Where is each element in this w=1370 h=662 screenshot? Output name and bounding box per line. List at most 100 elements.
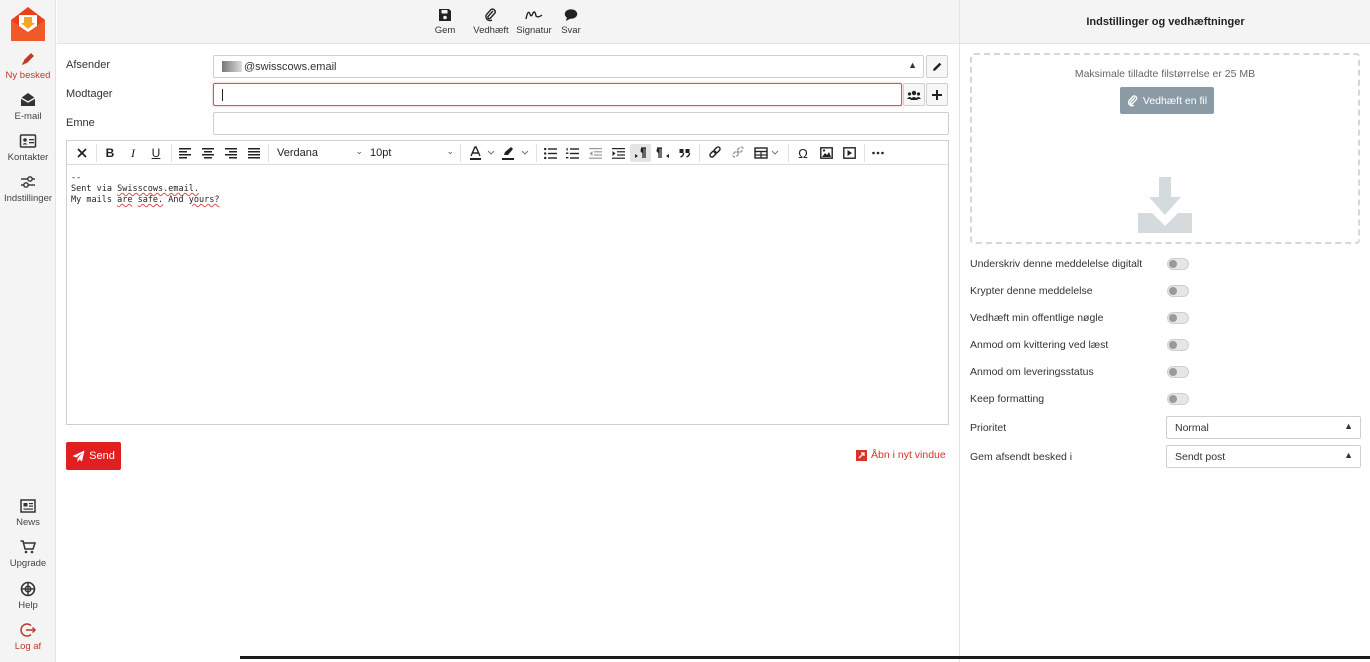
more-options-button[interactable] (870, 144, 886, 162)
subject-input[interactable] (213, 112, 949, 135)
app-logo[interactable] (10, 6, 46, 42)
editor-content[interactable]: -- Sent via Swisscows.email. My mails ar… (71, 173, 220, 206)
signature-word: And (168, 195, 184, 205)
text-color-button[interactable] (468, 144, 498, 162)
highlighter-icon (502, 147, 529, 160)
message-editor[interactable]: B I U Verdana ⌄ 10pt ⌄ Ω -- Sent via Swi… (66, 140, 949, 425)
clear-format-button[interactable] (75, 144, 89, 162)
insert-media-button[interactable] (841, 144, 857, 162)
save-sent-value: Sendt post (1175, 451, 1226, 463)
plus-icon (932, 89, 942, 100)
compose-toolbar: Gem Vedhæft Signatur Svar (57, 0, 959, 44)
font-family-value: Verdana (277, 147, 318, 159)
sidebar-item-logout[interactable]: Log af (0, 621, 56, 652)
attach-file-button[interactable]: Vedhæft en fil (1120, 87, 1214, 114)
edit-identity-button[interactable] (926, 55, 948, 78)
toolbar-divider (536, 144, 537, 162)
insert-link-button[interactable] (707, 144, 723, 162)
open-new-window-link[interactable]: Åbn i nyt vindue (856, 449, 946, 461)
indent-button[interactable] (611, 144, 625, 162)
numbered-list-button[interactable] (565, 144, 579, 162)
image-icon (819, 147, 833, 159)
attachment-dropzone[interactable]: Maksimale tilladte filstørrelse er 25 MB… (970, 53, 1360, 244)
option-toggle[interactable] (1167, 366, 1189, 378)
remove-link-button[interactable] (730, 144, 746, 162)
justify-button[interactable] (247, 144, 261, 162)
sidebar-item-help[interactable]: Help (0, 580, 56, 611)
sidebar-item-label: Indstillinger (3, 193, 53, 204)
signature-icon (525, 11, 543, 20)
save-label: Gem (434, 25, 456, 36)
editor-toolbar: B I U Verdana ⌄ 10pt ⌄ Ω (67, 141, 948, 165)
add-recipient-button[interactable] (926, 83, 948, 106)
priority-select[interactable]: Normal ▲ (1166, 416, 1361, 439)
sidebar-item-upgrade[interactable]: Upgrade (0, 538, 56, 569)
save-sent-folder-select[interactable]: Sendt post ▲ (1166, 445, 1361, 468)
option-toggle[interactable] (1167, 312, 1189, 324)
bold-icon: B (105, 146, 115, 160)
blockquote-button[interactable] (678, 144, 692, 162)
signature-word: via (96, 184, 112, 194)
font-family-select[interactable]: Verdana ⌄ (277, 144, 363, 162)
save-button[interactable]: Gem (433, 8, 457, 36)
highlight-color-button[interactable] (500, 144, 532, 162)
sidebar-item-label: Help (18, 600, 38, 611)
font-size-select[interactable]: 10pt ⌄ (370, 144, 454, 162)
option-toggle[interactable] (1167, 339, 1189, 351)
signature-word: safe. (137, 195, 164, 205)
paragraph-rtl-icon (656, 147, 669, 158)
panel-title: Indstillinger og vedhæftninger (960, 0, 1370, 44)
bullet-list-icon (543, 147, 557, 159)
paperclip-icon (485, 8, 496, 22)
from-select[interactable]: @swisscows.email ▲ (213, 55, 924, 78)
media-play-icon (842, 147, 856, 159)
link-icon (709, 146, 721, 158)
outdent-button[interactable] (588, 144, 602, 162)
option-toggle[interactable] (1167, 393, 1189, 405)
reply-button[interactable]: Svar (559, 8, 583, 36)
align-left-button[interactable] (178, 144, 192, 162)
option-label: Krypter denne meddelelse (970, 285, 1093, 297)
option-label: Anmod om kvittering ved læst (970, 339, 1109, 351)
sidebar-item-contacts[interactable]: Kontakter (0, 132, 56, 163)
address-book-button[interactable] (903, 83, 925, 106)
special-char-button[interactable]: Ω (795, 144, 811, 162)
sidebar-item-email[interactable]: E-mail (0, 91, 56, 122)
bold-button[interactable]: B (103, 144, 117, 162)
sidebar-item-label: Upgrade (9, 558, 47, 569)
bullet-list-button[interactable] (543, 144, 557, 162)
settings-attachments-panel: Indstillinger og vedhæftninger Maksimale… (959, 0, 1370, 662)
sidebar-item-news[interactable]: News (0, 497, 56, 528)
italic-button[interactable]: I (126, 144, 140, 162)
ltr-direction-button[interactable] (630, 144, 651, 162)
lifebuoy-icon (20, 581, 36, 597)
max-size-text: Maksimale tilladte filstørrelse er 25 MB (1074, 68, 1256, 80)
toolbar-divider (864, 144, 865, 162)
rtl-direction-button[interactable] (655, 144, 671, 162)
select-arrows-icon: ▲ (1344, 421, 1353, 431)
option-toggle[interactable] (1167, 258, 1189, 270)
send-label: Send (89, 450, 115, 462)
insert-image-button[interactable] (818, 144, 834, 162)
option-row: Krypter denne meddelelse (970, 284, 1360, 300)
to-input[interactable] (213, 83, 902, 106)
option-row: Underskriv denne meddelelse digitalt (970, 257, 1360, 273)
send-button[interactable]: Send (66, 442, 121, 470)
signature-word: mails (86, 195, 112, 205)
underline-button[interactable]: U (149, 144, 163, 162)
attach-button[interactable]: Vedhæft (473, 8, 509, 36)
sidebar-item-new-message[interactable]: Ny besked (0, 50, 56, 81)
toolbar-divider (788, 144, 789, 162)
sidebar-item-label: News (16, 517, 40, 528)
signature-word: are (117, 195, 133, 205)
align-center-button[interactable] (201, 144, 215, 162)
toolbar-divider (96, 144, 97, 162)
signature-button[interactable]: Signatur (516, 8, 552, 36)
align-right-button[interactable] (224, 144, 238, 162)
paperclip-icon (1127, 94, 1138, 106)
insert-table-button[interactable] (753, 144, 783, 162)
sidebar-item-settings[interactable]: Indstillinger (0, 173, 56, 204)
download-icon (1138, 177, 1192, 233)
option-toggle[interactable] (1167, 285, 1189, 297)
option-row: Keep formatting (970, 392, 1360, 408)
